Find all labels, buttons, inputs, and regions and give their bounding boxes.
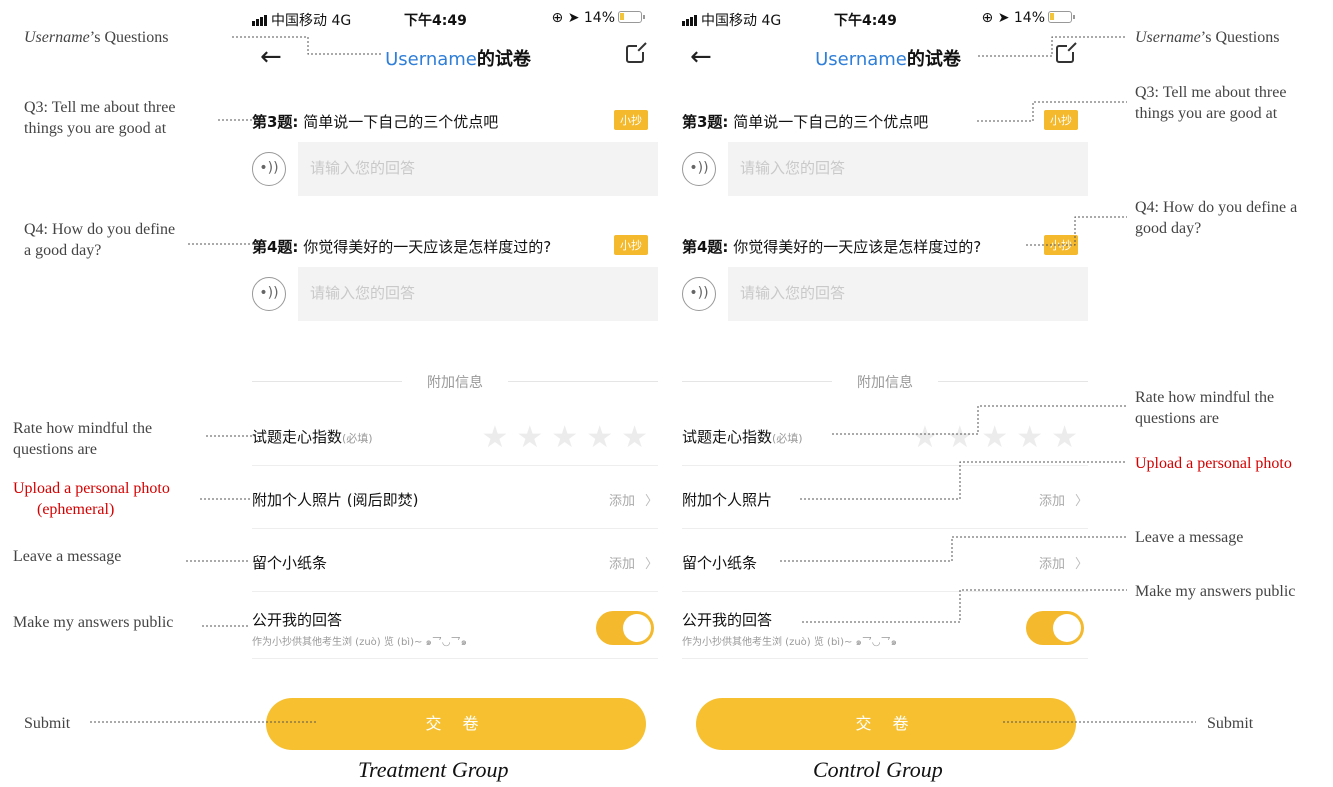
status-time: 下午4:49 bbox=[834, 13, 897, 29]
annotation-q3-left: Q3: Tell me about three things you are g… bbox=[24, 99, 176, 137]
annotation-upload-right: Upload a personal photo bbox=[1135, 455, 1292, 472]
chevron-right-icon: 〉 bbox=[644, 557, 658, 572]
public-row: 公开我的回答 作为小抄供其他考生浏 (zuò) 览 (bì)~ ๑乛◡乛๑ bbox=[682, 593, 1088, 659]
rating-row: 试题走心指数(必填) ★★★★★ bbox=[682, 404, 1088, 466]
public-label: 公开我的回答 bbox=[252, 611, 343, 629]
submit-button[interactable]: 交 卷 bbox=[266, 698, 646, 750]
cheatsheet-button[interactable]: 小抄 bbox=[614, 110, 648, 130]
annotation-message-left: Leave a message bbox=[13, 548, 122, 565]
question-4: 第4题: 你觉得美好的一天应该是怎样度过的? 小抄 bbox=[682, 235, 1094, 257]
photo-row[interactable]: 附加个人照片 (阅后即焚) 添加〉 bbox=[252, 467, 658, 529]
annotation-upload-left: Upload a personal photo (ephemeral) bbox=[13, 480, 170, 518]
share-icon[interactable] bbox=[1056, 42, 1077, 63]
page-title: Username的试卷 bbox=[385, 49, 531, 70]
answer-row-4: •)) 请输入您的回答 bbox=[682, 267, 1094, 321]
phone-treatment: 中国移动 4G 下午4:49 ⊕ ➤ 14% ← Username的试卷 第3题… bbox=[252, 0, 664, 760]
rating-label: 试题走心指数(必填) bbox=[682, 428, 803, 446]
star-rating[interactable]: ★★★★★ bbox=[912, 420, 1086, 455]
voice-icon[interactable]: •)) bbox=[682, 277, 716, 311]
battery-icon bbox=[618, 11, 645, 23]
answer-row-4: •)) 请输入您的回答 bbox=[252, 267, 664, 321]
answer-input-3[interactable]: 请输入您的回答 bbox=[298, 142, 658, 196]
submit-button[interactable]: 交 卷 bbox=[696, 698, 1076, 750]
annotation-public-right: Make my answers public bbox=[1135, 583, 1296, 600]
public-subtext: 作为小抄供其他考生浏 (zuò) 览 (bì)~ ๑乛◡乛๑ bbox=[682, 637, 897, 648]
status-bar: 中国移动 4G 下午4:49 ⊕ ➤ 14% bbox=[252, 10, 664, 30]
cheatsheet-button[interactable]: 小抄 bbox=[1044, 235, 1078, 255]
public-subtext: 作为小抄供其他考生浏 (zuò) 览 (bì)~ ๑乛◡乛๑ bbox=[252, 637, 467, 648]
cheatsheet-button[interactable]: 小抄 bbox=[1044, 110, 1078, 130]
add-message-button[interactable]: 添加〉 bbox=[609, 553, 658, 572]
annotation-rate-right: Rate how mindful the questions are bbox=[1135, 389, 1275, 427]
lock-rotation-icon: ⊕ bbox=[981, 10, 994, 26]
battery-status: ⊕ ➤ 14% bbox=[981, 10, 1075, 26]
photo-label: 附加个人照片 (阅后即焚) bbox=[252, 491, 419, 509]
battery-icon bbox=[1048, 11, 1075, 23]
annotation-rate-left: Rate how mindful the questions are bbox=[13, 420, 153, 458]
caption-control: Control Group bbox=[813, 757, 943, 782]
question-3: 第3题: 简单说一下自己的三个优点吧 小抄 bbox=[682, 110, 1094, 132]
answer-input-3[interactable]: 请输入您的回答 bbox=[728, 142, 1088, 196]
annotation-submit-right: Submit bbox=[1207, 715, 1254, 732]
nav-bar: ← Username的试卷 bbox=[682, 40, 1094, 74]
photo-row[interactable]: 附加个人照片 添加〉 bbox=[682, 467, 1088, 529]
carrier: 中国移动 4G bbox=[252, 10, 351, 30]
answer-input-4[interactable]: 请输入您的回答 bbox=[728, 267, 1088, 321]
location-arrow-icon: ➤ bbox=[567, 10, 580, 26]
section-divider: 附加信息 bbox=[682, 372, 1088, 392]
message-row[interactable]: 留个小纸条 添加〉 bbox=[682, 530, 1088, 592]
annotation-message-right: Leave a message bbox=[1135, 529, 1244, 546]
question-3: 第3题: 简单说一下自己的三个优点吧 小抄 bbox=[252, 110, 664, 132]
public-toggle[interactable] bbox=[596, 611, 654, 645]
lock-rotation-icon: ⊕ bbox=[551, 10, 564, 26]
star-rating[interactable]: ★★★★★ bbox=[482, 420, 656, 455]
chevron-right-icon: 〉 bbox=[644, 494, 658, 509]
battery-status: ⊕ ➤ 14% bbox=[551, 10, 645, 26]
message-label: 留个小纸条 bbox=[252, 554, 328, 572]
voice-icon[interactable]: •)) bbox=[682, 152, 716, 186]
signal-icon bbox=[252, 14, 268, 30]
voice-icon[interactable]: •)) bbox=[252, 152, 286, 186]
add-photo-button[interactable]: 添加〉 bbox=[1039, 490, 1088, 509]
question-4: 第4题: 你觉得美好的一天应该是怎样度过的? 小抄 bbox=[252, 235, 664, 257]
phone-control: 中国移动 4G 下午4:49 ⊕ ➤ 14% ← Username的试卷 第3题… bbox=[682, 0, 1094, 760]
photo-label: 附加个人照片 bbox=[682, 491, 773, 509]
section-divider: 附加信息 bbox=[252, 372, 658, 392]
answer-row-3: •)) 请输入您的回答 bbox=[252, 142, 664, 196]
message-row[interactable]: 留个小纸条 添加〉 bbox=[252, 530, 658, 592]
status-time: 下午4:49 bbox=[404, 13, 467, 29]
annotation-title-right: Username’s Questions bbox=[1135, 29, 1280, 46]
caption-treatment: Treatment Group bbox=[358, 757, 509, 782]
public-toggle[interactable] bbox=[1026, 611, 1084, 645]
annotation-title-left: Username’s Questions bbox=[24, 29, 169, 46]
message-label: 留个小纸条 bbox=[682, 554, 758, 572]
nav-bar: ← Username的试卷 bbox=[252, 40, 664, 74]
annotation-q3-right: Q3: Tell me about three things you are g… bbox=[1135, 84, 1287, 122]
annotation-q4-left: Q4: How do you define a good day? bbox=[24, 221, 176, 259]
annotation-submit-left: Submit bbox=[24, 715, 71, 732]
annotation-public-left: Make my answers public bbox=[13, 614, 174, 631]
voice-icon[interactable]: •)) bbox=[252, 277, 286, 311]
chevron-right-icon: 〉 bbox=[1074, 494, 1088, 509]
page-title: Username的试卷 bbox=[815, 49, 961, 70]
status-bar: 中国移动 4G 下午4:49 ⊕ ➤ 14% bbox=[682, 10, 1094, 30]
add-photo-button[interactable]: 添加〉 bbox=[609, 490, 658, 509]
add-message-button[interactable]: 添加〉 bbox=[1039, 553, 1088, 572]
rating-label: 试题走心指数(必填) bbox=[252, 428, 373, 446]
rating-row: 试题走心指数(必填) ★★★★★ bbox=[252, 404, 658, 466]
share-icon[interactable] bbox=[626, 42, 647, 63]
annotation-q4-right: Q4: How do you define a good day? bbox=[1135, 199, 1298, 237]
public-row: 公开我的回答 作为小抄供其他考生浏 (zuò) 览 (bì)~ ๑乛◡乛๑ bbox=[252, 593, 658, 659]
cheatsheet-button[interactable]: 小抄 bbox=[614, 235, 648, 255]
public-label: 公开我的回答 bbox=[682, 611, 773, 629]
chevron-right-icon: 〉 bbox=[1074, 557, 1088, 572]
location-arrow-icon: ➤ bbox=[997, 10, 1010, 26]
carrier: 中国移动 4G bbox=[682, 10, 781, 30]
signal-icon bbox=[682, 14, 698, 30]
answer-row-3: •)) 请输入您的回答 bbox=[682, 142, 1094, 196]
answer-input-4[interactable]: 请输入您的回答 bbox=[298, 267, 658, 321]
